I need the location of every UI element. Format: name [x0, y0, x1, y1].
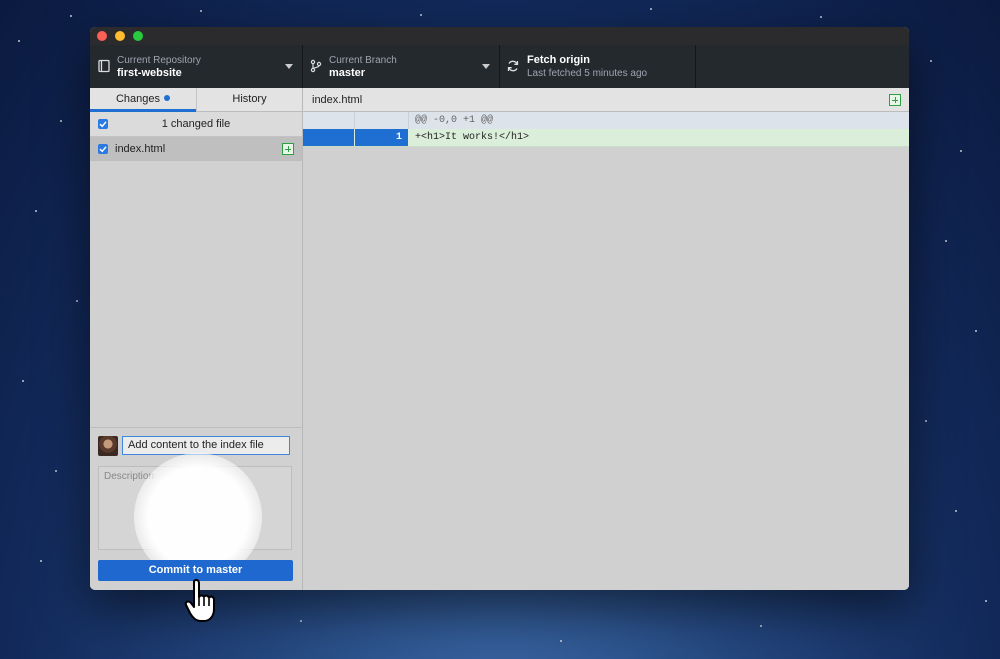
title-bar: [90, 27, 909, 45]
maximize-window-button[interactable]: [133, 31, 143, 41]
list-item[interactable]: index.html: [90, 137, 302, 161]
avatar: [98, 436, 118, 456]
changes-indicator-dot: [164, 95, 171, 101]
repository-icon: [98, 59, 110, 73]
new-line-number: 1: [355, 129, 408, 146]
current-repository-selector[interactable]: Current Repository first-website: [90, 45, 303, 88]
diff-header: index.html: [303, 88, 909, 112]
file-checkbox[interactable]: [98, 144, 108, 154]
changed-count-label: 1 changed file: [161, 118, 231, 130]
hand-cursor-icon: [184, 578, 215, 622]
hunk-header: @@ -0,0 +1 @@: [303, 112, 909, 129]
diff-line-text: +<h1>It works!</h1>: [415, 132, 530, 143]
tab-changes-label: Changes: [115, 93, 161, 105]
hunk-header-text: @@ -0,0 +1 @@: [415, 115, 494, 126]
repository-caption: Current Repository: [117, 55, 201, 66]
fetch-title: Fetch origin: [527, 54, 590, 66]
tab-history-label: History: [232, 93, 267, 105]
branch-icon: [310, 59, 322, 73]
diff-filename: index.html: [312, 94, 363, 106]
chevron-down-icon: [482, 64, 490, 69]
close-window-button[interactable]: [97, 31, 107, 41]
old-line-gutter: [303, 112, 355, 129]
repository-name: first-website: [117, 67, 182, 79]
branch-caption: Current Branch: [329, 55, 397, 66]
app-window: Current Repository first-website Current…: [90, 27, 909, 590]
branch-name: master: [329, 67, 366, 79]
fetch-subtitle: Last fetched 5 minutes ago: [527, 68, 648, 79]
chevron-down-icon: [285, 64, 293, 69]
commit-summary-input[interactable]: Add content to the index file: [122, 436, 290, 455]
old-line-number: [303, 129, 354, 146]
fetch-origin-button[interactable]: Fetch origin Last fetched 5 minutes ago: [500, 45, 696, 88]
current-branch-selector[interactable]: Current Branch master: [303, 45, 500, 88]
tab-changes[interactable]: Changes: [90, 88, 197, 112]
diff-line-added[interactable]: 1 +<h1>It works!</h1>: [303, 129, 909, 147]
minimize-window-button[interactable]: [115, 31, 125, 41]
add-file-icon: [889, 94, 901, 106]
new-line-gutter: [355, 112, 409, 129]
changed-files-header: 1 changed file: [90, 112, 302, 137]
checkmark-icon: [99, 146, 107, 153]
toolbar: Current Repository first-website Current…: [90, 45, 909, 88]
file-added-icon: [282, 143, 294, 155]
diff-view: index.html @@ -0,0 +1 @@ 1 +<h1>It works…: [303, 88, 909, 590]
sync-icon: [507, 60, 519, 72]
tab-history[interactable]: History: [197, 88, 302, 111]
sidebar-tabs: Changes History: [90, 88, 302, 112]
file-name: index.html: [115, 143, 166, 155]
